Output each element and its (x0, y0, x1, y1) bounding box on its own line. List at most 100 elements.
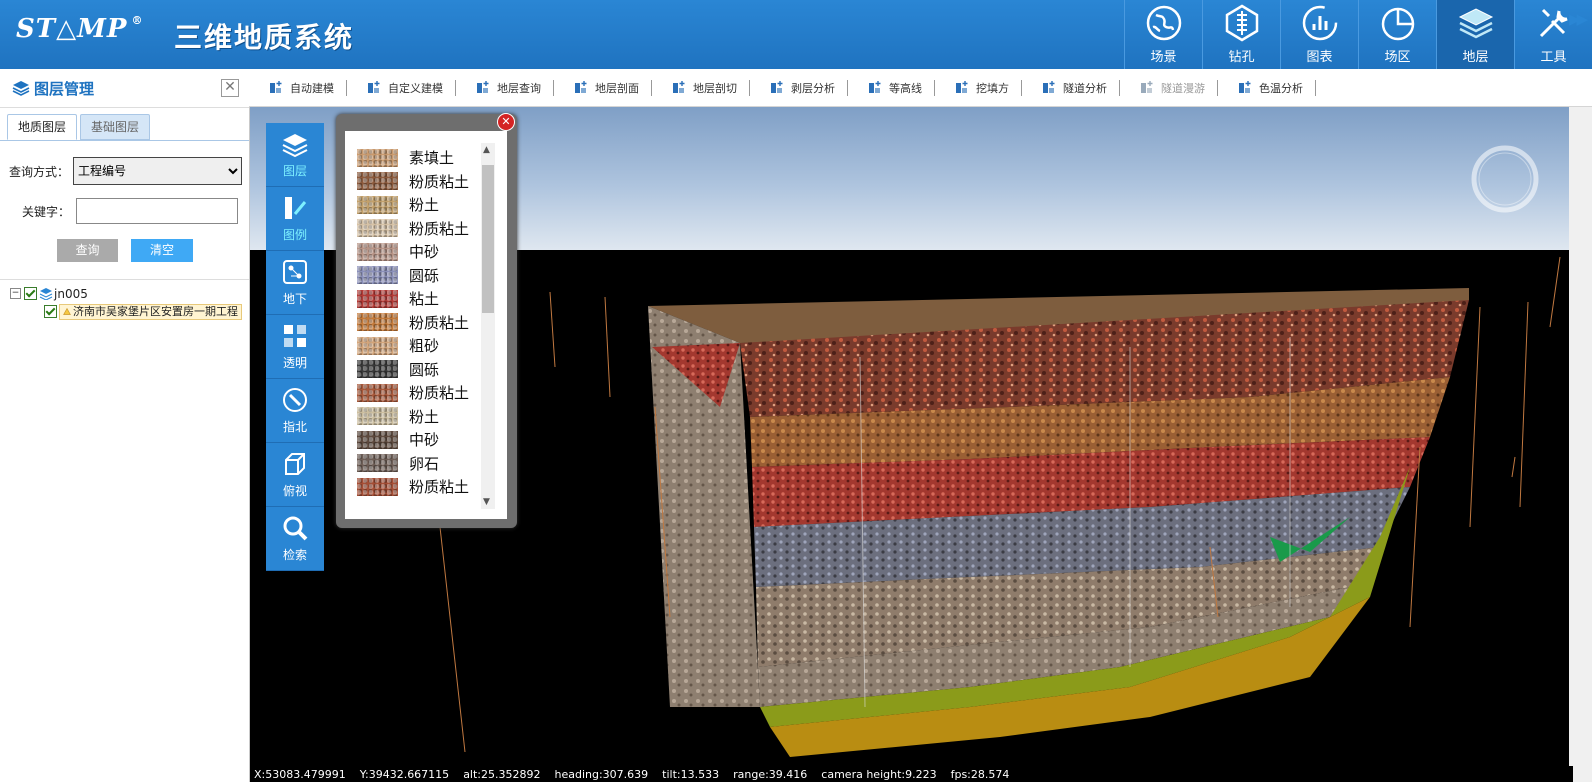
status-y: Y:39432.667115 (359, 767, 450, 781)
legend-popup: 素填土 粉质粘土 粉土 粉质粘土 中砂 圆砾 粘土 粉质粘土 粗砂 圆砾 粉质粘土 粉土 中砂 卵石 粉质粘… (336, 113, 517, 528)
warning-icon (63, 307, 71, 315)
legend-swatch (357, 313, 398, 332)
status-camera-height: camera height:9.223 (821, 767, 937, 781)
top-nav: 场景 钻孔 图表 场区 地层 工具 (1124, 0, 1592, 69)
side-tool-label: 地下 (282, 292, 307, 306)
legend-label: 素填土 (409, 149, 455, 168)
logo-registered-mark: ® (131, 14, 144, 27)
tree-root-label[interactable]: jn005 (54, 287, 88, 301)
legend-label: 粉质粘土 (409, 313, 470, 332)
side-tool-underground[interactable]: 地下 (266, 251, 324, 315)
tool-custom-model[interactable]: 自定义建模 (347, 79, 456, 96)
child-checkbox[interactable] (44, 305, 57, 318)
side-tool-label: 检索 (282, 548, 307, 562)
side-tool-north-compass[interactable]: 指北 (266, 379, 324, 443)
tool-cut-fill[interactable]: 挖填方 (935, 79, 1022, 96)
side-tool-legend[interactable]: 图例 (266, 187, 324, 251)
tool-label: 挖填方 (976, 81, 1009, 95)
tool-strata-profile[interactable]: 地层剖面 (554, 79, 652, 96)
layers-icon (39, 288, 53, 300)
root-checkbox[interactable] (24, 287, 37, 300)
side-tool-top-view[interactable]: 俯视 (266, 443, 324, 507)
tool-label: 色温分析 (1259, 81, 1303, 95)
tool-label: 隧道漫游 (1161, 81, 1205, 95)
tool-auto-model[interactable]: 自动建模 (249, 79, 347, 96)
panel-header: 图层管理 ✕ (0, 69, 249, 108)
tool-strata-query[interactable]: 地层查询 (456, 79, 554, 96)
tool-label: 等高线 (889, 81, 922, 95)
collapse-toggle[interactable]: − (10, 288, 21, 299)
query-mode-row: 查询方式： 工程编号 (9, 157, 243, 185)
legend-label: 中砂 (409, 243, 440, 262)
tool-tunnel-roam[interactable]: 隧道漫游 (1120, 79, 1218, 96)
side-tool-transparency[interactable]: 透明 (266, 315, 324, 379)
tab-geological-layers[interactable]: 地质图层 (7, 114, 78, 140)
legend-label: 粉质粘土 (409, 219, 470, 238)
query-mode-select[interactable]: 工程编号 (73, 157, 243, 185)
tool-label: 自定义建模 (388, 81, 443, 95)
tools-icon (1539, 8, 1568, 38)
legend-label: 粉土 (409, 407, 440, 426)
legend-swatch (357, 430, 398, 449)
side-tool-label: 图例 (282, 228, 307, 242)
clear-button[interactable]: 清空 (131, 239, 193, 262)
analysis-toolbar: 自动建模 自定义建模 地层查询 地层剖面 地层剖切 剥层分析 等高线 挖填方 隧道分析 隧道漫游 色… (249, 69, 1592, 107)
nav-strata-button[interactable]: 地层 (1436, 0, 1514, 69)
tab-base-layers[interactable]: 基础图层 (80, 114, 151, 140)
nav-label: 钻孔 (1228, 50, 1255, 65)
nav-label: 场区 (1384, 50, 1411, 65)
strata-query-icon (477, 81, 489, 93)
legend-scroll-thumb[interactable] (482, 165, 494, 313)
legend-label: 粗砂 (409, 337, 440, 356)
panel-title: 图层管理 (34, 79, 95, 98)
drill-icon (1225, 4, 1258, 42)
more-tools-icon[interactable]: ▶▶ (1569, 10, 1588, 28)
nav-site-button[interactable]: 场区 (1358, 0, 1436, 69)
status-range: range:39.416 (733, 767, 808, 781)
legend-item: 中砂 (357, 240, 469, 264)
close-panel-button[interactable]: ✕ (221, 79, 239, 97)
tool-strata-cut[interactable]: 地层剖切 (652, 79, 750, 96)
viewport-scrollbar[interactable] (1569, 107, 1592, 782)
legend-scrollbar[interactable]: ▲ ▼ (481, 143, 495, 509)
legend-swatch (357, 242, 398, 261)
panel-tabs: 地质图层 基础图层 (0, 108, 249, 141)
nav-drill-button[interactable]: 钻孔 (1202, 0, 1280, 69)
tool-color-temp[interactable]: 色温分析 (1218, 79, 1316, 96)
legend-label: 粉质粘土 (409, 384, 470, 403)
peel-analysis-icon (771, 81, 783, 93)
side-tool-search[interactable]: 检索 (266, 507, 324, 571)
legend-item: 粉质粘土 (357, 311, 469, 335)
auto-model-icon (270, 81, 282, 93)
keyword-input[interactable] (76, 198, 239, 224)
query-button[interactable]: 查询 (57, 239, 118, 262)
cut-fill-icon (956, 81, 968, 93)
status-alt: alt:25.352892 (463, 767, 541, 781)
search-icon (283, 516, 308, 541)
tool-tunnel-analysis[interactable]: 隧道分析 (1022, 79, 1120, 96)
compass-ring-icon[interactable] (1469, 143, 1541, 215)
tool-contour[interactable]: 等高线 (848, 79, 935, 96)
tunnel-roam-icon (1141, 81, 1153, 93)
legend-swatch (357, 266, 398, 285)
tree-leaf-project[interactable]: 济南市吴家堡片区安置房一期工程 (59, 303, 242, 320)
side-tool-label: 俯视 (282, 484, 307, 498)
legend-swatch (357, 336, 398, 355)
legend-label: 粉质粘土 (409, 478, 470, 497)
scroll-down-icon[interactable]: ▼ (483, 497, 490, 507)
status-tilt: tilt:13.533 (662, 767, 720, 781)
legend-body: 素填土 粉质粘土 粉土 粉质粘土 中砂 圆砾 粘土 粉质粘土 粗砂 圆砾 粉质粘土 粉土 中砂 卵石 粉质粘… (345, 131, 507, 519)
custom-model-icon (368, 81, 380, 93)
tool-peel-analysis[interactable]: 剥层分析 (750, 79, 848, 96)
side-tool-layers[interactable]: 图层 (266, 123, 324, 187)
legend-item: 粉质粘土 (357, 475, 469, 499)
tree-child: 济南市吴家堡片区安置房一期工程 (44, 303, 242, 320)
nav-chart-button[interactable]: 图表 (1280, 0, 1358, 69)
tool-label: 自动建模 (290, 81, 334, 95)
legend-close-button[interactable]: ✕ (497, 113, 515, 131)
nav-scene-button[interactable]: 场景 (1124, 0, 1202, 69)
legend-item: 中砂 (357, 428, 469, 452)
legend-swatch (357, 360, 398, 379)
scroll-up-icon[interactable]: ▲ (483, 145, 490, 155)
nav-label: 地层 (1462, 50, 1489, 65)
